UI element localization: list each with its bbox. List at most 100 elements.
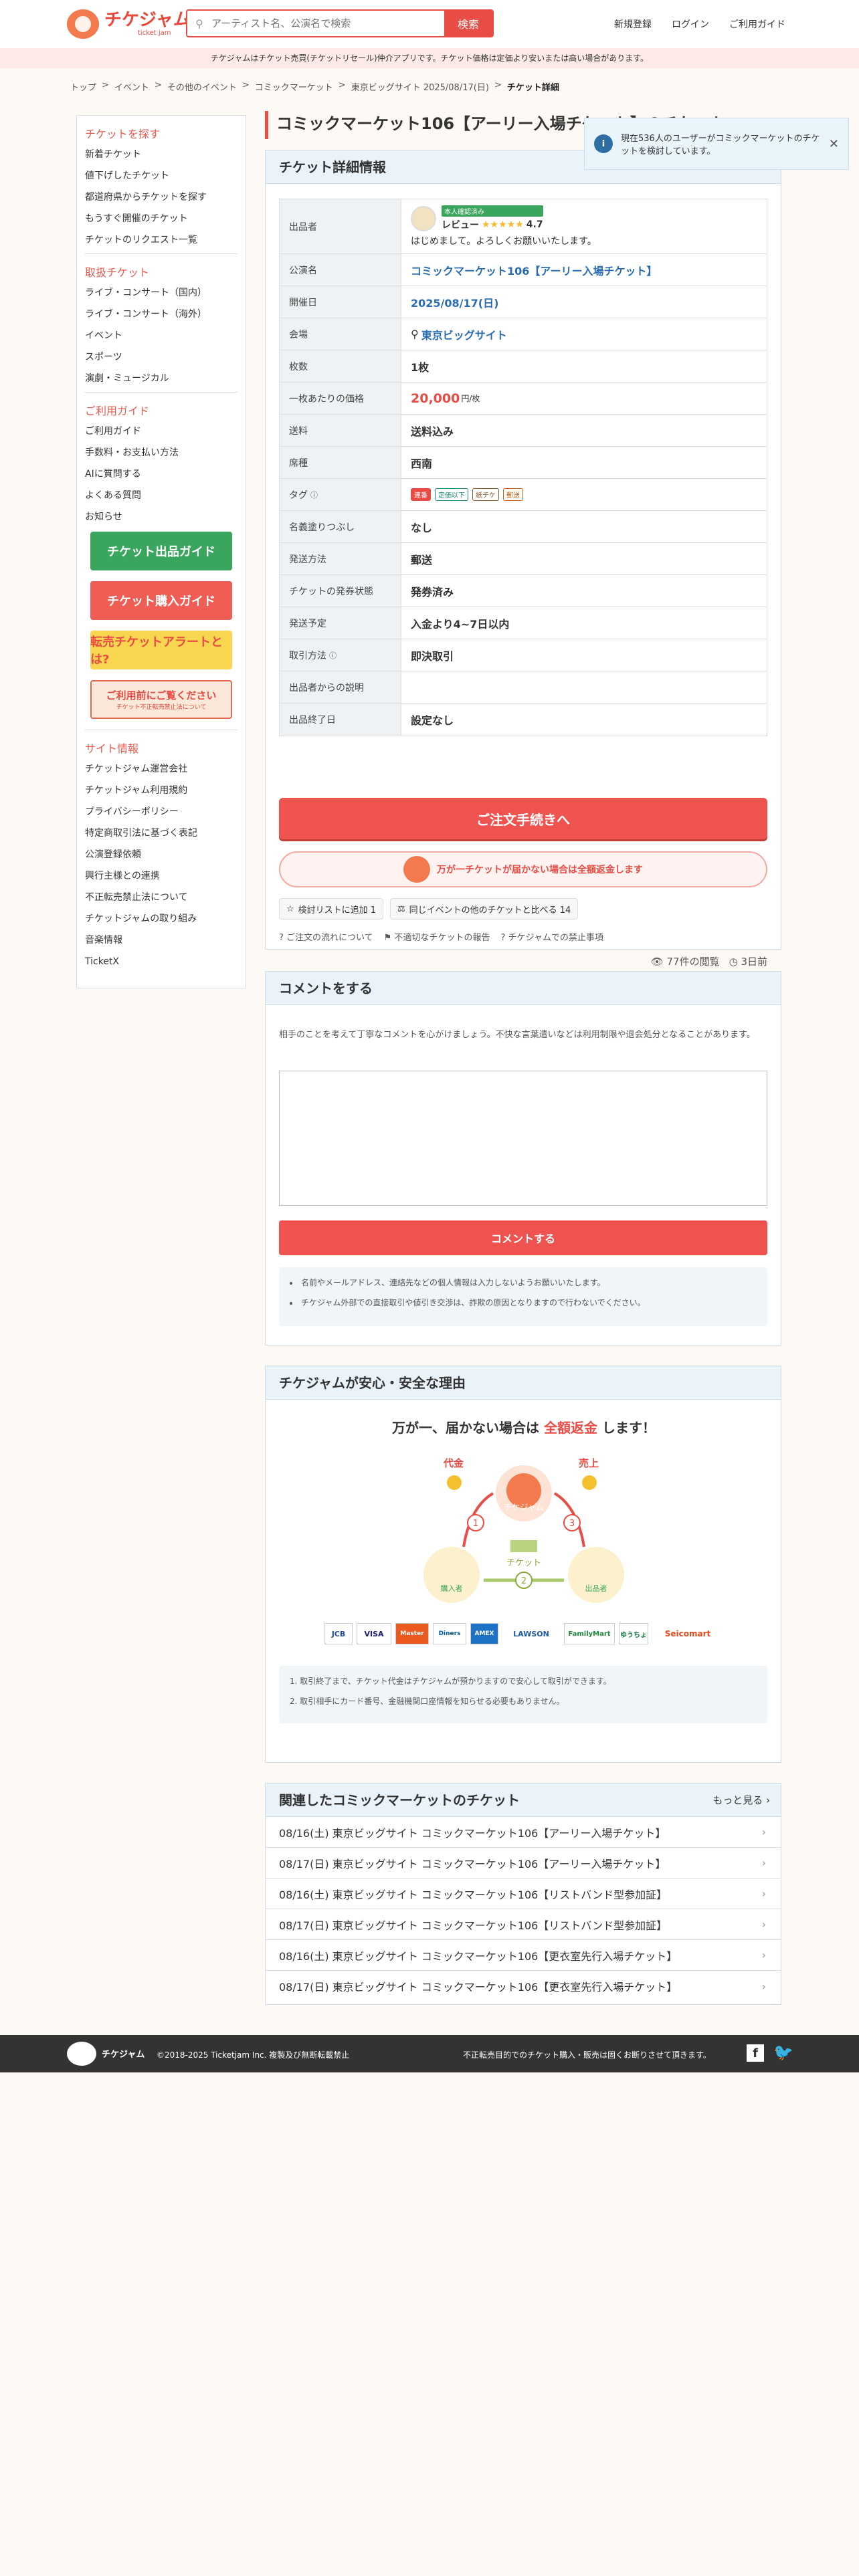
flow-diagram: チケジャム 購入者 出品者 代金 売上 1 3 チケット 2: [423, 1457, 624, 1603]
sidebar-item[interactable]: 都道府県からチケットを探す: [77, 187, 246, 208]
sidebar-item[interactable]: AIに質問する: [77, 463, 246, 485]
banner-before-use[interactable]: ご利用前にご覧ください チケット不正転売禁止法について: [90, 680, 232, 719]
sidebar-item[interactable]: チケットジャムの取り組み: [77, 908, 246, 930]
related-item[interactable]: 08/17(日) 東京ビッグサイト コミックマーケット106【アーリー入場チケッ…: [266, 1848, 781, 1879]
ticket-icon: [510, 1540, 537, 1552]
add-to-wishlist-button[interactable]: ☆ 検討リストに追加 1: [279, 898, 384, 920]
table-row: 公演名 コミックマーケット106【アーリー入場チケット】: [280, 254, 767, 286]
breadcrumb-item[interactable]: その他のイベント: [167, 80, 237, 93]
search-icon: ⚲: [195, 17, 203, 30]
sidebar-item[interactable]: 演劇・ミュージカル: [77, 368, 246, 389]
facebook-icon[interactable]: f: [747, 2044, 764, 2062]
more-link[interactable]: もっと見る ›: [712, 1784, 770, 1816]
banner-buy-guide[interactable]: チケット購入ガイド: [90, 581, 232, 620]
star-rating-icon: ★★★★★: [482, 219, 524, 230]
chevron-right-icon: ›: [761, 1826, 766, 1838]
sidebar-item[interactable]: プライバシーポリシー: [77, 801, 246, 823]
sidebar-item[interactable]: イベント: [77, 325, 246, 346]
lawson-logo: LAWSON: [502, 1623, 560, 1644]
prohibited-link[interactable]: ? チケジャムでの禁止事項: [500, 930, 603, 943]
detail-table: 出品者 本人確認済み レビュー ★★★★★ 4.7 はじめまして。よろしくお願い…: [279, 199, 767, 736]
tag-badge: 郵送: [503, 488, 523, 501]
coin-icon: [447, 1475, 462, 1490]
banner-resale-alert[interactable]: 転売チケットアラートとは?: [90, 631, 232, 669]
sidebar-item[interactable]: スポーツ: [77, 346, 246, 368]
sidebar-item[interactable]: 興行主様との連携: [77, 865, 246, 887]
banner-sell-guide[interactable]: チケット出品ガイド: [90, 532, 232, 570]
refund-guarantee-banner[interactable]: 万が一チケットが届かない場合は全額返金します: [279, 851, 767, 887]
sidebar-item[interactable]: 不正転売禁止法について: [77, 887, 246, 908]
nav-login[interactable]: ログイン: [672, 17, 709, 31]
nav-guide[interactable]: ご利用ガイド: [729, 17, 785, 31]
compare-button[interactable]: ⚖ 同じイベントの他のチケットと比べる 14: [390, 898, 579, 920]
sidebar-item[interactable]: チケットジャム利用規約: [77, 780, 246, 801]
info-icon[interactable]: ⓘ: [329, 650, 337, 661]
sidebar-item[interactable]: お知らせ: [77, 506, 246, 528]
search-input[interactable]: [211, 11, 444, 36]
twitter-icon[interactable]: 🐦: [773, 2043, 793, 2062]
venue-link[interactable]: ⚲ 東京ビッグサイト: [401, 318, 767, 350]
sidebar-heading: 取扱チケット: [85, 266, 150, 279]
event-date-link[interactable]: 2025/08/17(日): [401, 286, 767, 318]
sidebar-item[interactable]: ライブ・コンサート（海外）: [77, 304, 246, 325]
revenue-label: 売上: [579, 1457, 599, 1469]
mascot-icon: [403, 856, 430, 883]
viewers-toast: i 現在536人のユーザーがコミックマーケットのチケットを検討しています。 ✕: [584, 118, 849, 170]
sidebar-item[interactable]: 値下げしたチケット: [77, 165, 246, 187]
sidebar-item[interactable]: チケットジャム運営会社: [77, 758, 246, 780]
related-item[interactable]: 08/16(土) 東京ビッグサイト コミックマーケット106【リストバンド型参加…: [266, 1879, 781, 1909]
report-link[interactable]: ⚑ 不適切なチケットの報告: [384, 930, 490, 943]
svg-text:2: 2: [521, 1576, 527, 1586]
search-button[interactable]: 検索: [444, 11, 492, 36]
info-icon: i: [594, 134, 613, 153]
site-logo[interactable]: チケジャム ticket jam: [67, 9, 191, 39]
table-row: 開催日 2025/08/17(日): [280, 286, 767, 318]
table-row: 席種 西南: [280, 447, 767, 479]
seller-message: はじめまして。よろしくお願いいたします。: [411, 236, 597, 247]
related-item[interactable]: 08/16(土) 東京ビッグサイト コミックマーケット106【更衣室先行入場チケ…: [266, 1940, 781, 1971]
chevron-right-icon: ›: [761, 1918, 766, 1931]
sidebar-item[interactable]: TicketX: [77, 951, 246, 972]
logo-sub: ticket jam: [138, 29, 171, 37]
safety-card-header: チケジャムが安心・安全な理由: [266, 1366, 781, 1400]
ticket-label: チケット: [506, 1558, 541, 1568]
related-card: 関連したコミックマーケットのチケット もっと見る › 08/16(土) 東京ビッ…: [265, 1783, 781, 2005]
chevron-right-icon: ›: [761, 1949, 766, 1961]
related-item[interactable]: 08/17(日) 東京ビッグサイト コミックマーケット106【リストバンド型参加…: [266, 1909, 781, 1940]
breadcrumb-item[interactable]: トップ: [70, 80, 96, 93]
sidebar-item[interactable]: チケットのリクエスト一覧: [77, 229, 246, 251]
sidebar-item[interactable]: 公演登録依頼: [77, 844, 246, 865]
event-name-link[interactable]: コミックマーケット106【アーリー入場チケット】: [401, 254, 767, 286]
order-button[interactable]: ご注文手続きへ: [279, 798, 767, 839]
seller-name[interactable]: レビュー: [442, 218, 479, 231]
sidebar-item[interactable]: ご利用ガイド: [77, 421, 246, 442]
sidebar-item[interactable]: 特定商取引法に基づく表記: [77, 823, 246, 844]
comment-textarea[interactable]: [279, 1071, 767, 1206]
sidebar-item[interactable]: よくある質問: [77, 485, 246, 506]
breadcrumb-item[interactable]: コミックマーケット: [255, 80, 333, 93]
breadcrumb-item[interactable]: イベント: [114, 80, 149, 93]
sidebar-item[interactable]: 音楽情報: [77, 930, 246, 951]
tag-badge: 紙チケ: [472, 488, 499, 501]
related-item[interactable]: 08/16(土) 東京ビッグサイト コミックマーケット106【アーリー入場チケッ…: [266, 1817, 781, 1848]
sidebar-item[interactable]: もうすぐ開催のチケット: [77, 208, 246, 229]
svg-text:3: 3: [569, 1519, 575, 1529]
nav-signup[interactable]: 新規登録: [614, 17, 652, 31]
map-pin-icon: ⚲: [411, 328, 419, 340]
footer-logo-icon[interactable]: [67, 2042, 96, 2066]
tag-badge: 定価以下: [435, 488, 468, 501]
info-icon[interactable]: ⓘ: [310, 490, 318, 500]
sidebar-item[interactable]: 手数料・お支払い方法: [77, 442, 246, 463]
comment-submit-button[interactable]: コメントする: [279, 1220, 767, 1255]
order-flow-link[interactable]: ? ご注文の流れについて: [279, 930, 373, 943]
close-icon[interactable]: ✕: [829, 137, 839, 151]
breadcrumb-item[interactable]: 東京ビッグサイト 2025/08/17(日): [351, 80, 489, 93]
chevron-right-icon: ›: [766, 1794, 770, 1806]
visa-logo: VISA: [357, 1623, 391, 1644]
sidebar-item[interactable]: 新着チケット: [77, 144, 246, 165]
avatar[interactable]: [411, 205, 436, 231]
question-icon: ?: [279, 933, 284, 943]
familymart-logo: FamilyMart: [564, 1623, 615, 1644]
related-item[interactable]: 08/17(日) 東京ビッグサイト コミックマーケット106【更衣室先行入場チケ…: [266, 1971, 781, 2002]
sidebar-item[interactable]: ライブ・コンサート（国内）: [77, 282, 246, 304]
